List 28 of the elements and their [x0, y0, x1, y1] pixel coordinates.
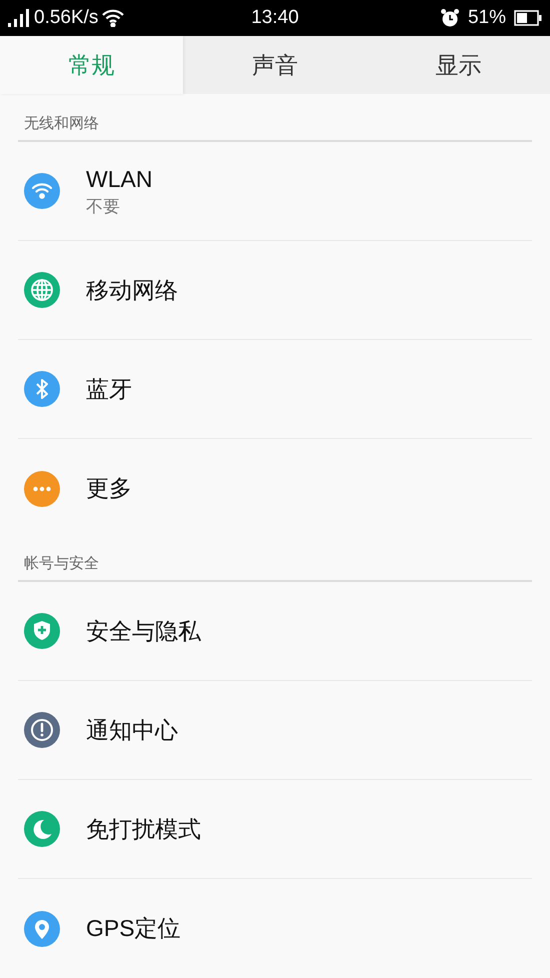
signal-icon: [8, 8, 30, 27]
item-label: 通知中心: [86, 716, 178, 744]
section-header: 无线和网络: [24, 115, 99, 132]
settings-item[interactable]: 更多: [18, 439, 532, 538]
settings-item[interactable]: 通知中心: [18, 681, 532, 780]
settings-item[interactable]: 安全与隐私: [18, 582, 532, 681]
settings-item[interactable]: WLAN 不要: [18, 142, 532, 241]
item-label: 免打扰模式: [86, 814, 201, 844]
item-label: 安全与隐私: [86, 616, 201, 646]
settings-item[interactable]: 蓝牙: [18, 340, 532, 439]
settings-item[interactable]: GPS定位: [18, 879, 532, 978]
battery-icon: [514, 10, 542, 26]
item-label: 蓝牙: [86, 374, 132, 404]
item-subtitle: 不要: [86, 196, 121, 217]
settings-item[interactable]: 移动网络: [18, 241, 532, 340]
clock-time: 13:40: [250, 6, 300, 30]
item-label: GPS定位: [86, 914, 181, 943]
settings-item[interactable]: 免打扰模式: [18, 780, 532, 879]
wifi-icon: [102, 8, 124, 27]
section-header: 帐号与安全: [24, 555, 99, 572]
battery-percent: 51%: [468, 6, 506, 30]
tab[interactable]: 声音: [183, 36, 367, 94]
network-speed: 0.56K/s: [34, 6, 98, 30]
alarm-icon: [440, 8, 460, 28]
tab[interactable]: 显示: [366, 36, 550, 94]
item-label: 更多: [86, 474, 132, 503]
item-label: WLAN: [86, 165, 152, 194]
item-label: 移动网络: [86, 276, 178, 304]
